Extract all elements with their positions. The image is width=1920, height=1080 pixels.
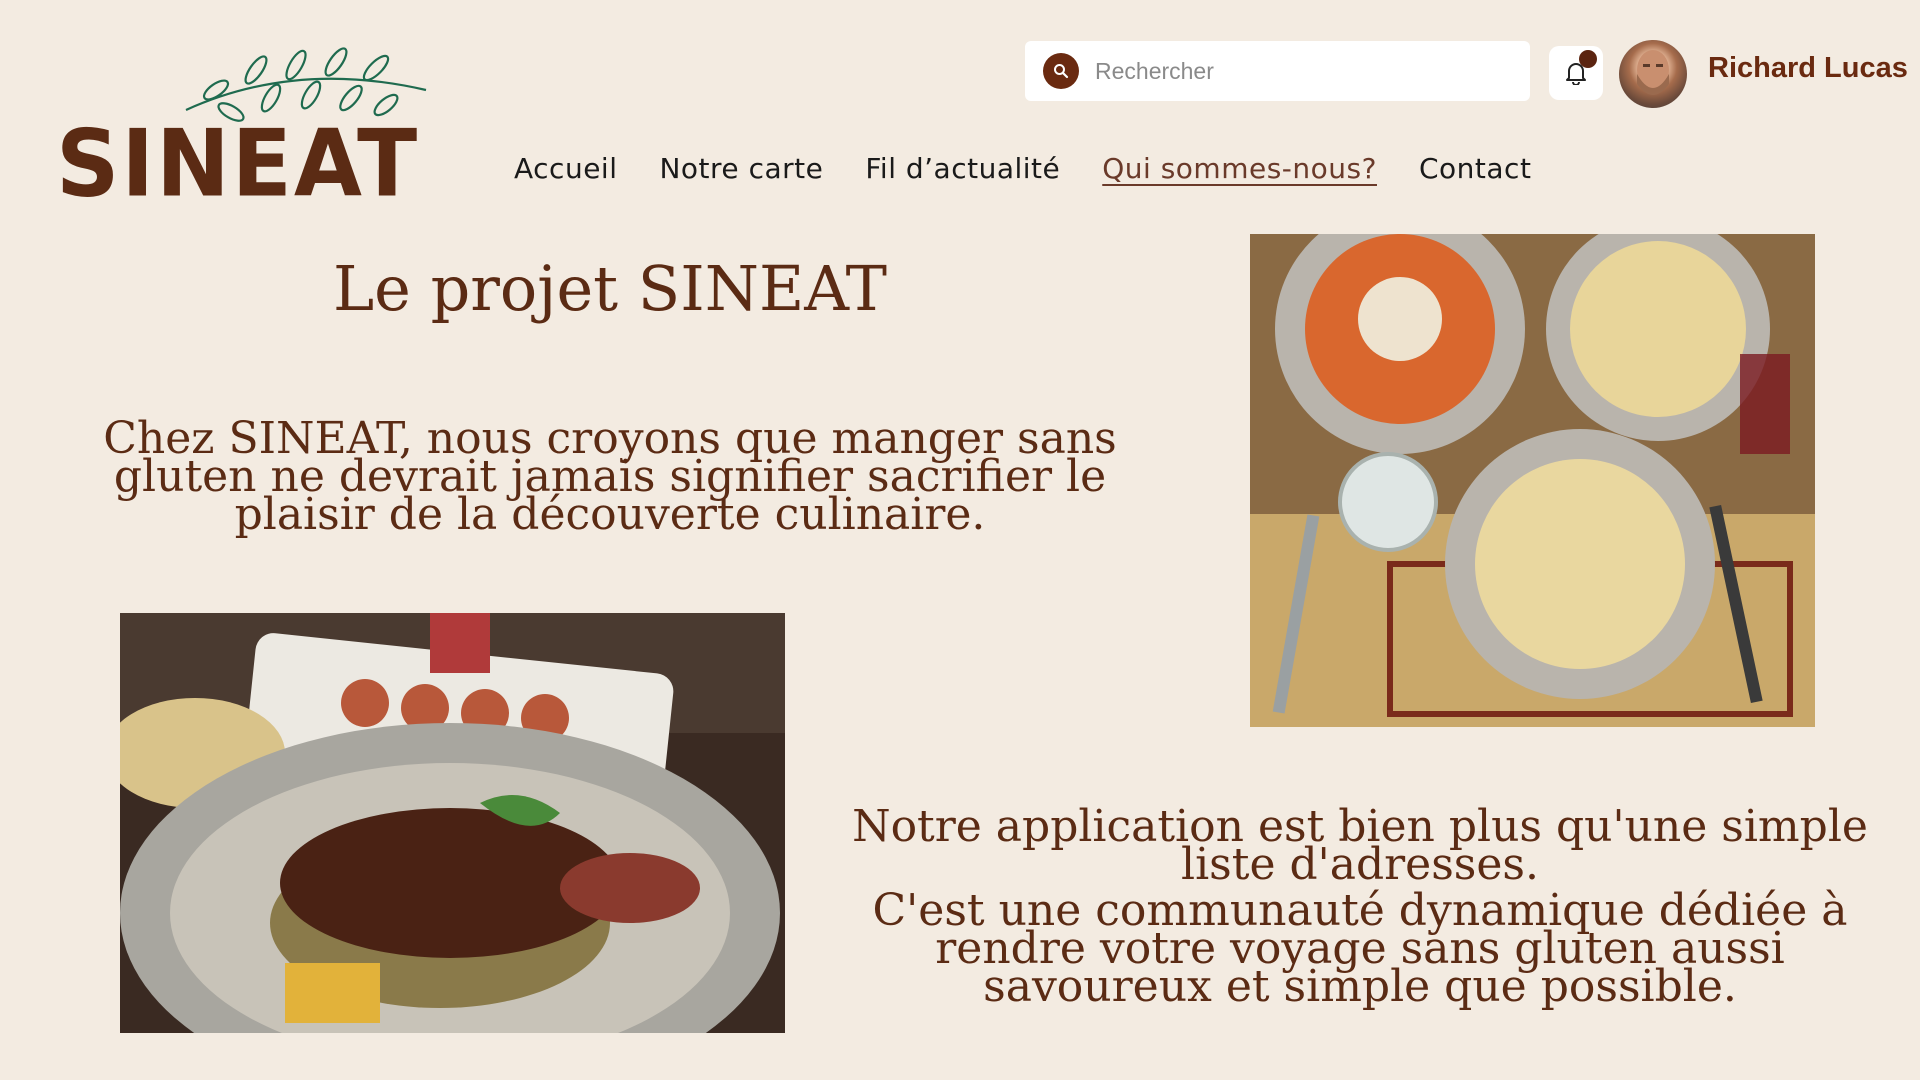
nav-contact[interactable]: Contact	[1419, 152, 1531, 185]
pasta-dishes-photo	[1250, 234, 1815, 727]
outro-paragraph-1: Notre application est bien plus qu'une s…	[852, 801, 1868, 890]
search-bar[interactable]	[1025, 41, 1530, 101]
nav-accueil[interactable]: Accueil	[514, 152, 617, 185]
notification-badge	[1579, 50, 1597, 68]
avatar[interactable]	[1619, 40, 1687, 108]
notifications-button[interactable]	[1549, 46, 1603, 100]
intro-text: Chez SINEAT, nous croyons que manger san…	[103, 413, 1117, 540]
nav-qui-sommes-nous[interactable]: Qui sommes-nous?	[1102, 152, 1377, 185]
main-nav: Accueil Notre carte Fil d’actualité Qui …	[514, 152, 1531, 185]
steak-plate-photo	[120, 613, 785, 1033]
outro-text: Notre application est bien plus qu'une s…	[840, 801, 1880, 1014]
search-input[interactable]	[1093, 56, 1517, 86]
page-title: Le projet SINEAT	[333, 252, 887, 325]
sineat-logo[interactable]: SINEAT	[56, 40, 436, 218]
nav-fil-actualite[interactable]: Fil d’actualité	[865, 152, 1060, 185]
logo-wordmark: SINEAT	[56, 109, 420, 218]
nav-notre-carte[interactable]: Notre carte	[659, 152, 823, 185]
search-icon[interactable]	[1043, 53, 1079, 89]
outro-paragraph-2: C'est une communauté dynamique dédiée à …	[872, 885, 1848, 1012]
user-name[interactable]: Richard Lucas	[1708, 52, 1908, 85]
